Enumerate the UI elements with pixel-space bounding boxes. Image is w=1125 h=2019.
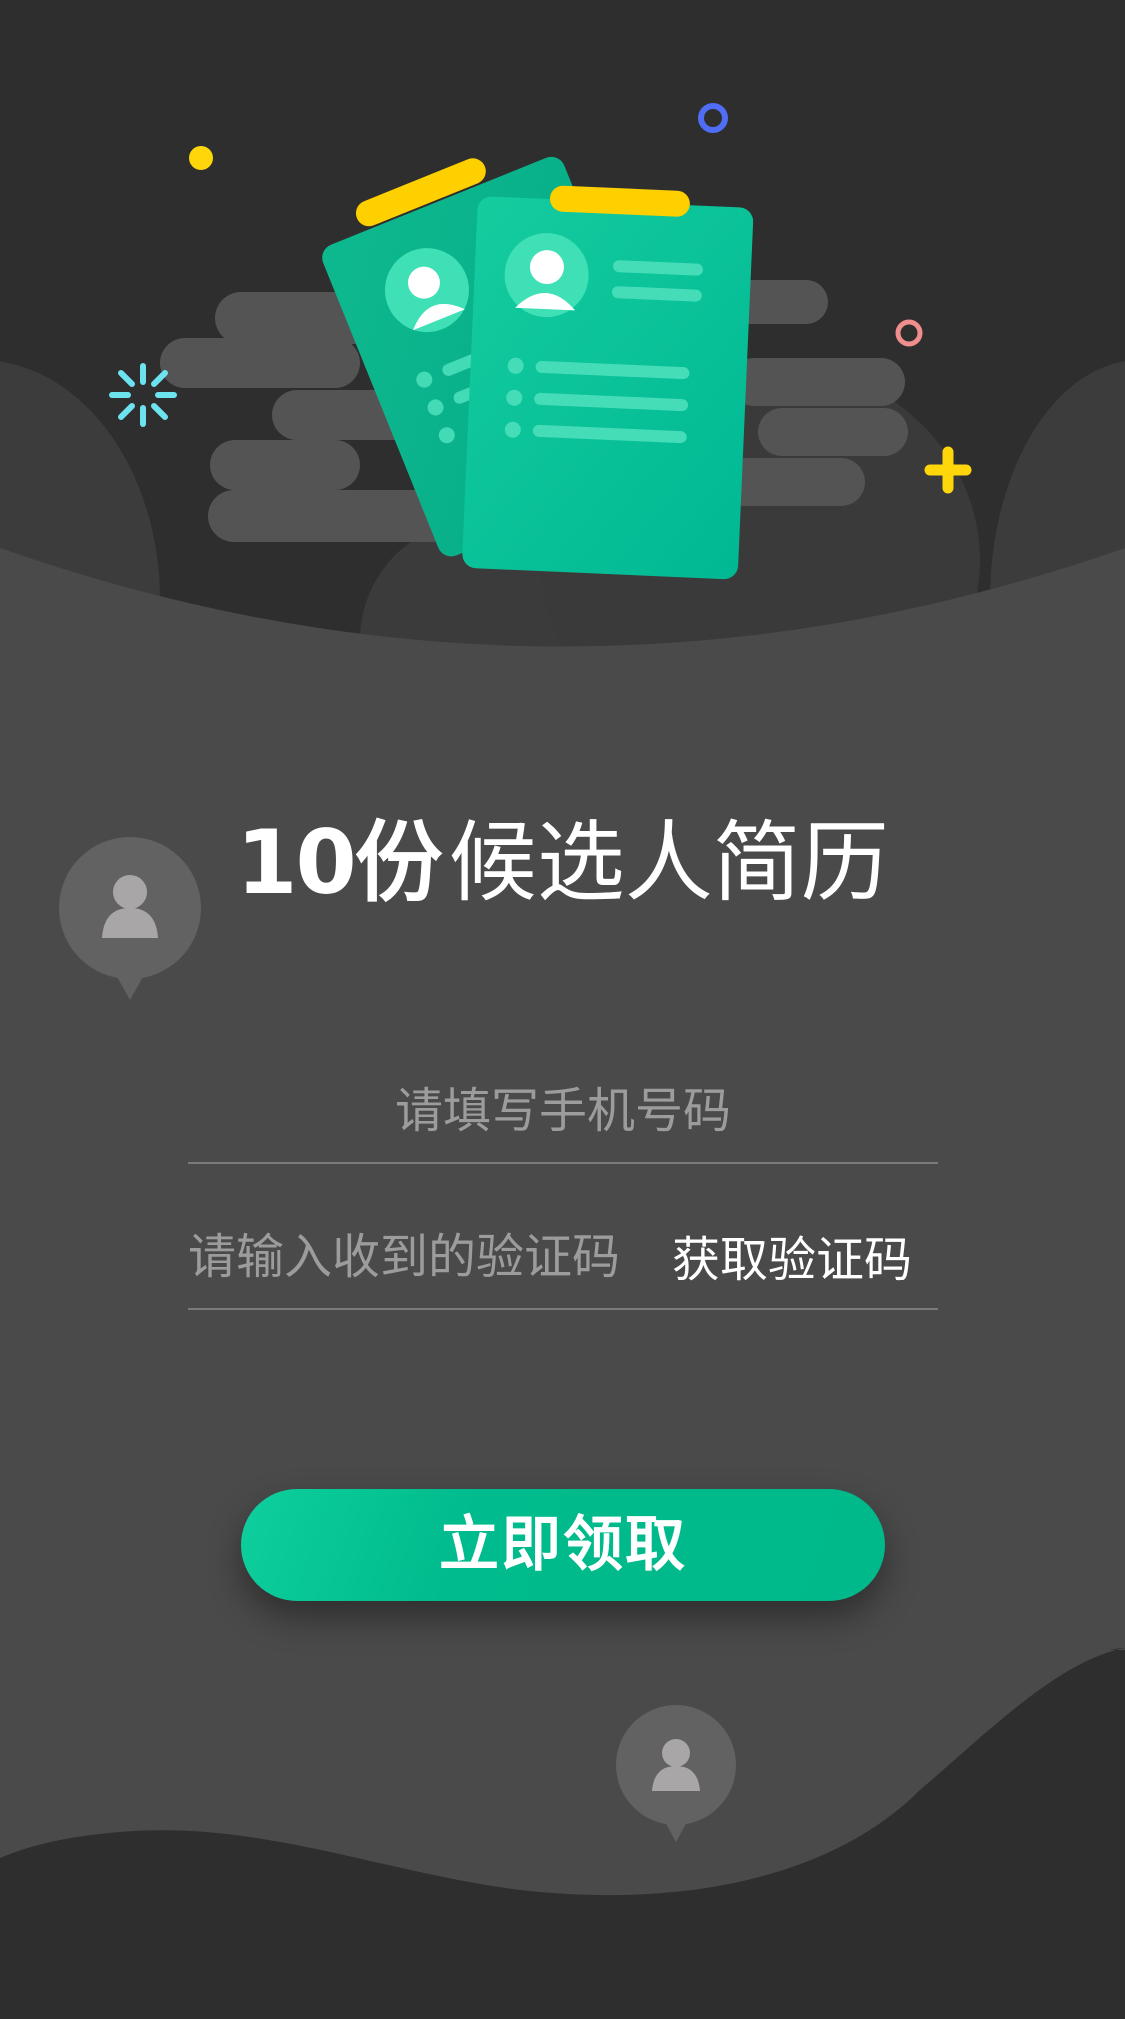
title-count: 10份 bbox=[236, 811, 442, 914]
background-illustration bbox=[0, 0, 1125, 2019]
resume-front-document[interactable] bbox=[462, 182, 755, 580]
verification-code-input[interactable] bbox=[188, 1214, 648, 1300]
verification-code-field: 获取验证码 bbox=[188, 1214, 938, 1310]
get-code-button[interactable]: 获取验证码 bbox=[672, 1222, 912, 1298]
yellow-dot-icon bbox=[189, 146, 213, 170]
page-title: 10份候选人简历 bbox=[0, 808, 1125, 918]
landing-page: 10份候选人简历 获取验证码 立即领取 bbox=[0, 0, 1125, 2019]
phone-field bbox=[188, 1068, 938, 1164]
phone-input[interactable] bbox=[188, 1068, 938, 1154]
claim-button[interactable]: 立即领取 bbox=[241, 1489, 885, 1601]
title-text: 候选人简历 bbox=[448, 811, 889, 914]
